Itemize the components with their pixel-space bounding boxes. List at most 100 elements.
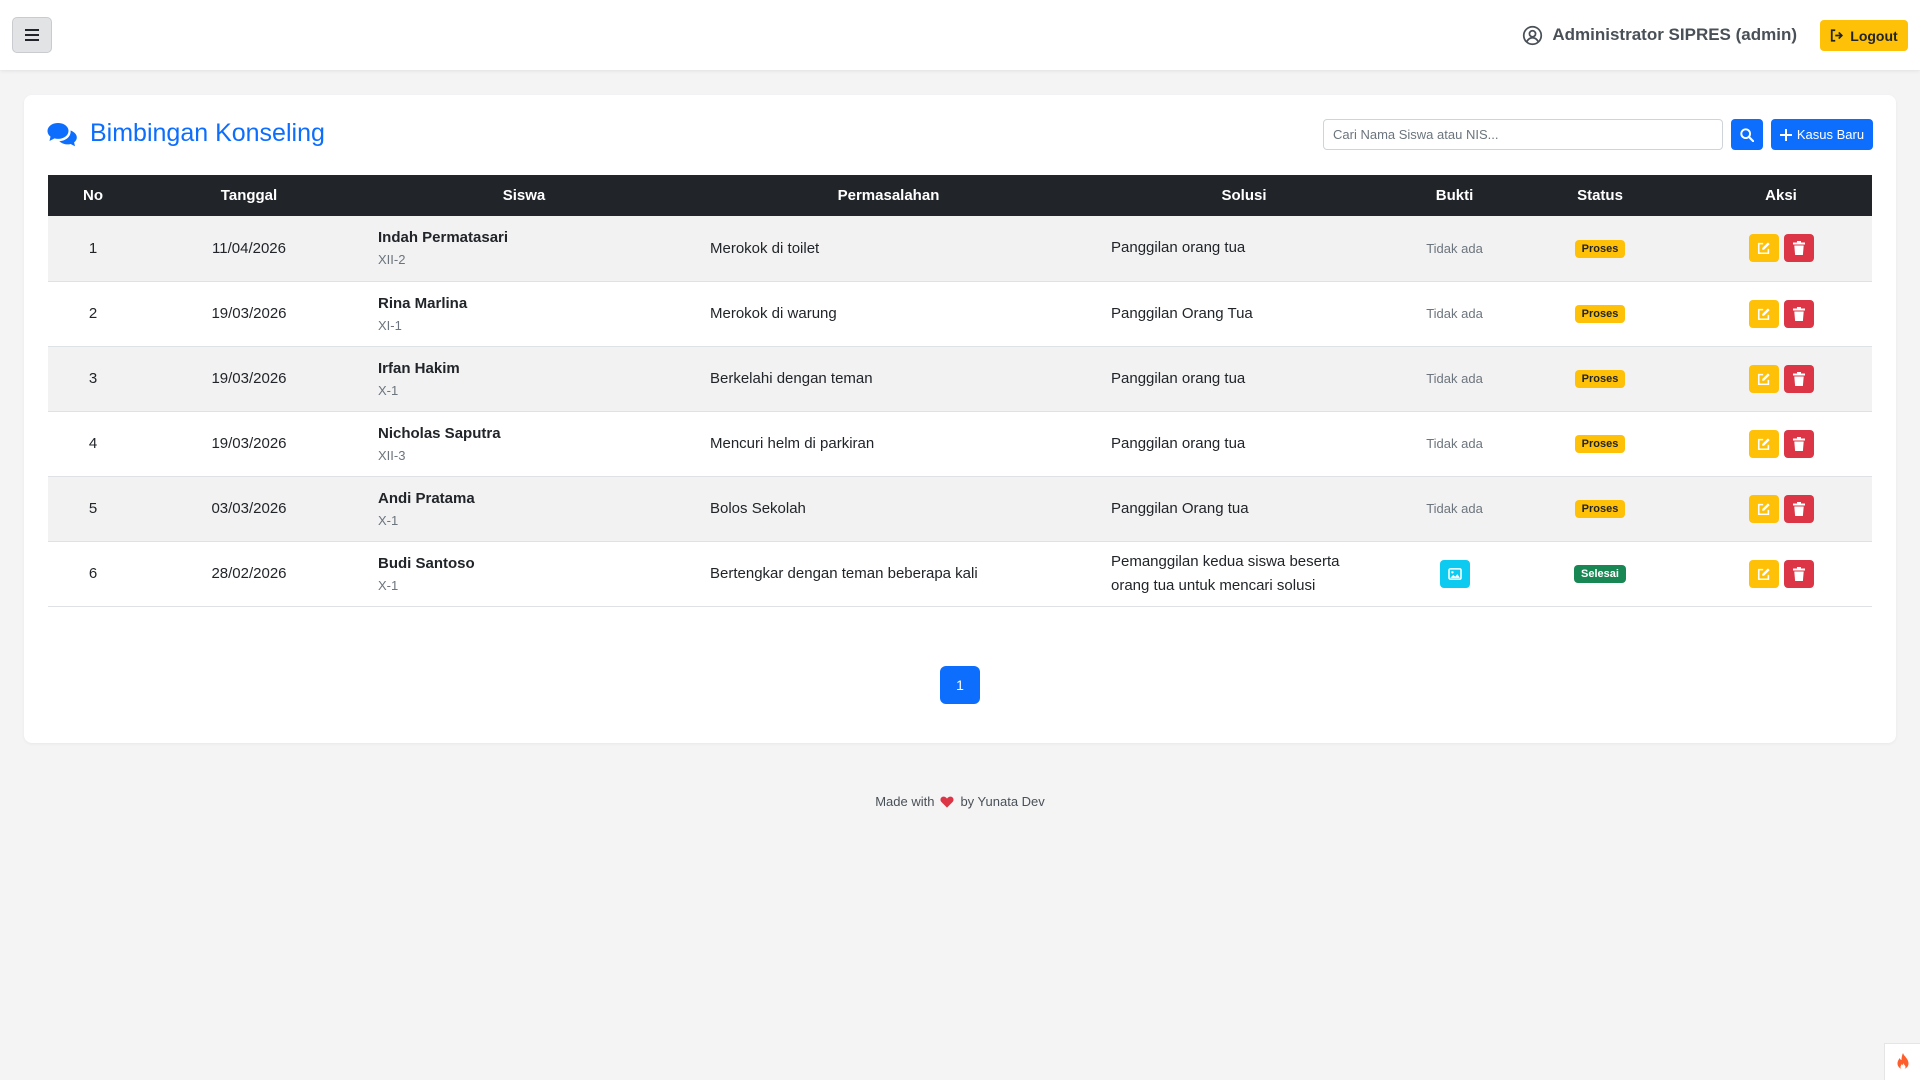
cell-date: 03/03/2026 — [211, 500, 287, 517]
edit-button[interactable] — [1748, 234, 1779, 263]
cell-no: 2 — [88, 305, 98, 322]
student-class: X-1 — [378, 382, 399, 398]
edit-icon — [1757, 437, 1770, 450]
header-evidence: Bukti — [1435, 187, 1474, 204]
cell-problem: Merokok di warung — [710, 305, 837, 322]
cell-student: Nicholas Saputra XII-3 — [360, 411, 688, 476]
cell-action — [1690, 216, 1872, 281]
table-header-row: No Tanggal Siswa Permasalahan Solusi Buk… — [48, 175, 1872, 216]
trash-icon — [1792, 371, 1805, 386]
cell-no: 5 — [88, 500, 98, 517]
table-row: 1 11/04/2026 Indah Permatasari XII-2 Merokok… — [48, 216, 1872, 281]
student-class: XII-2 — [378, 252, 406, 268]
cell-solution: Panggilan orang tua — [1111, 239, 1246, 257]
sign-out-icon — [1831, 29, 1844, 42]
edit-button[interactable] — [1748, 559, 1779, 588]
image-icon — [1447, 567, 1462, 580]
sidebar-toggle-button[interactable] — [12, 17, 52, 53]
top-navbar: Administrator SIPRES (admin) Logout — [0, 0, 1920, 70]
header-date: Tanggal — [220, 187, 278, 204]
search-button[interactable] — [1731, 119, 1763, 150]
trash-icon — [1792, 566, 1805, 581]
cell-student: Budi Santoso X-1 — [360, 541, 688, 606]
edit-button[interactable] — [1748, 299, 1779, 328]
delete-button[interactable] — [1783, 494, 1814, 523]
status-badge: Proses — [1574, 239, 1626, 258]
corner-flame-button[interactable] — [1884, 1043, 1920, 1080]
cell-student: Rina Marlina XI-1 — [360, 281, 688, 346]
page-title: Bimbingan Konseling — [46, 119, 325, 148]
cell-action — [1690, 476, 1872, 541]
comments-icon — [47, 122, 77, 146]
page-title-text: Bimbingan Konseling — [90, 119, 325, 147]
status-badge: Proses — [1574, 500, 1626, 518]
evidence-text: Tidak ada — [1426, 501, 1483, 516]
student-name: Indah Permatasari — [378, 229, 509, 247]
cell-date: 19/03/2026 — [211, 370, 287, 387]
cell-evidence: Tidak ada — [1399, 346, 1510, 411]
hamburger-icon — [25, 29, 39, 41]
header-status: Status — [1577, 187, 1623, 204]
status-badge: Proses — [1574, 305, 1626, 323]
evidence-text: Tidak ada — [1426, 436, 1483, 451]
pagination-page-1[interactable]: 1 — [940, 666, 980, 704]
edit-icon — [1757, 242, 1770, 255]
cell-solution: Panggilan orang tua — [1111, 434, 1246, 452]
cell-evidence: Tidak ada — [1399, 411, 1510, 476]
student-name: Rina Marlina — [378, 294, 468, 312]
status-badge: Proses — [1574, 370, 1626, 388]
delete-button[interactable] — [1783, 559, 1814, 588]
table-row: 4 19/03/2026 Nicholas Saputra XII-3 Mencuri … — [48, 411, 1872, 476]
student-name: Nicholas Saputra — [378, 424, 501, 442]
cell-student: Andi Pratama X-1 — [360, 476, 688, 541]
search-icon — [1740, 127, 1754, 142]
cell-action — [1690, 281, 1872, 346]
edit-icon — [1757, 372, 1770, 385]
edit-button[interactable] — [1748, 364, 1779, 393]
logout-button[interactable]: Logout — [1820, 20, 1908, 51]
trash-icon — [1792, 306, 1805, 321]
cell-problem: Berkelahi dengan teman — [710, 370, 873, 387]
footer-by: by Yunata Dev — [960, 794, 1045, 809]
student-name: Irfan Hakim — [378, 359, 460, 377]
edit-icon — [1757, 567, 1770, 580]
cell-solution: Pemanggilan kedua siswa beserta orang tu… — [1111, 552, 1340, 594]
flame-icon — [1897, 1053, 1908, 1070]
cell-no: 3 — [88, 370, 98, 387]
table-row: 6 28/02/2026 Budi Santoso X-1 Bertengkar den… — [48, 541, 1872, 606]
user-name-label: Administrator SIPRES (admin) — [1552, 25, 1797, 44]
cell-date: 19/03/2026 — [211, 305, 287, 322]
cell-status: Proses — [1510, 216, 1690, 281]
cell-status: Selesai — [1510, 541, 1690, 606]
cell-action — [1690, 346, 1872, 411]
delete-button[interactable] — [1783, 234, 1814, 263]
student-class: XI-1 — [378, 317, 402, 333]
edit-button[interactable] — [1748, 494, 1779, 523]
cell-evidence: Tidak ada — [1399, 281, 1510, 346]
student-class: XII-3 — [378, 447, 406, 463]
cell-status: Proses — [1510, 346, 1690, 411]
view-evidence-button[interactable] — [1439, 559, 1470, 588]
evidence-text: Tidak ada — [1426, 371, 1483, 386]
cell-solution: Panggilan orang tua — [1111, 369, 1246, 387]
student-class: X-1 — [378, 512, 399, 528]
delete-button[interactable] — [1783, 429, 1814, 458]
cell-problem: Merokok di toilet — [710, 239, 820, 257]
cell-date: 19/03/2026 — [211, 435, 287, 452]
new-case-button[interactable]: Kasus Baru — [1771, 119, 1873, 150]
evidence-text: Tidak ada — [1426, 306, 1483, 321]
delete-button[interactable] — [1783, 299, 1814, 328]
cell-no: 4 — [88, 435, 98, 452]
cell-action — [1690, 541, 1872, 606]
cell-action — [1690, 411, 1872, 476]
new-case-label: Kasus Baru — [1796, 127, 1865, 142]
search-input[interactable] — [1323, 119, 1723, 150]
table-row: 2 19/03/2026 Rina Marlina XI-1 Merokok di wa… — [48, 281, 1872, 346]
header-solution: Solusi — [1221, 187, 1267, 204]
cell-date: 11/04/2026 — [212, 239, 286, 257]
trash-icon — [1792, 436, 1805, 451]
header-problem: Permasalahan — [837, 187, 940, 204]
delete-button[interactable] — [1783, 364, 1814, 393]
counseling-card: Bimbingan Konseling Kasus Baru No Ta — [24, 95, 1896, 743]
edit-button[interactable] — [1748, 429, 1779, 458]
